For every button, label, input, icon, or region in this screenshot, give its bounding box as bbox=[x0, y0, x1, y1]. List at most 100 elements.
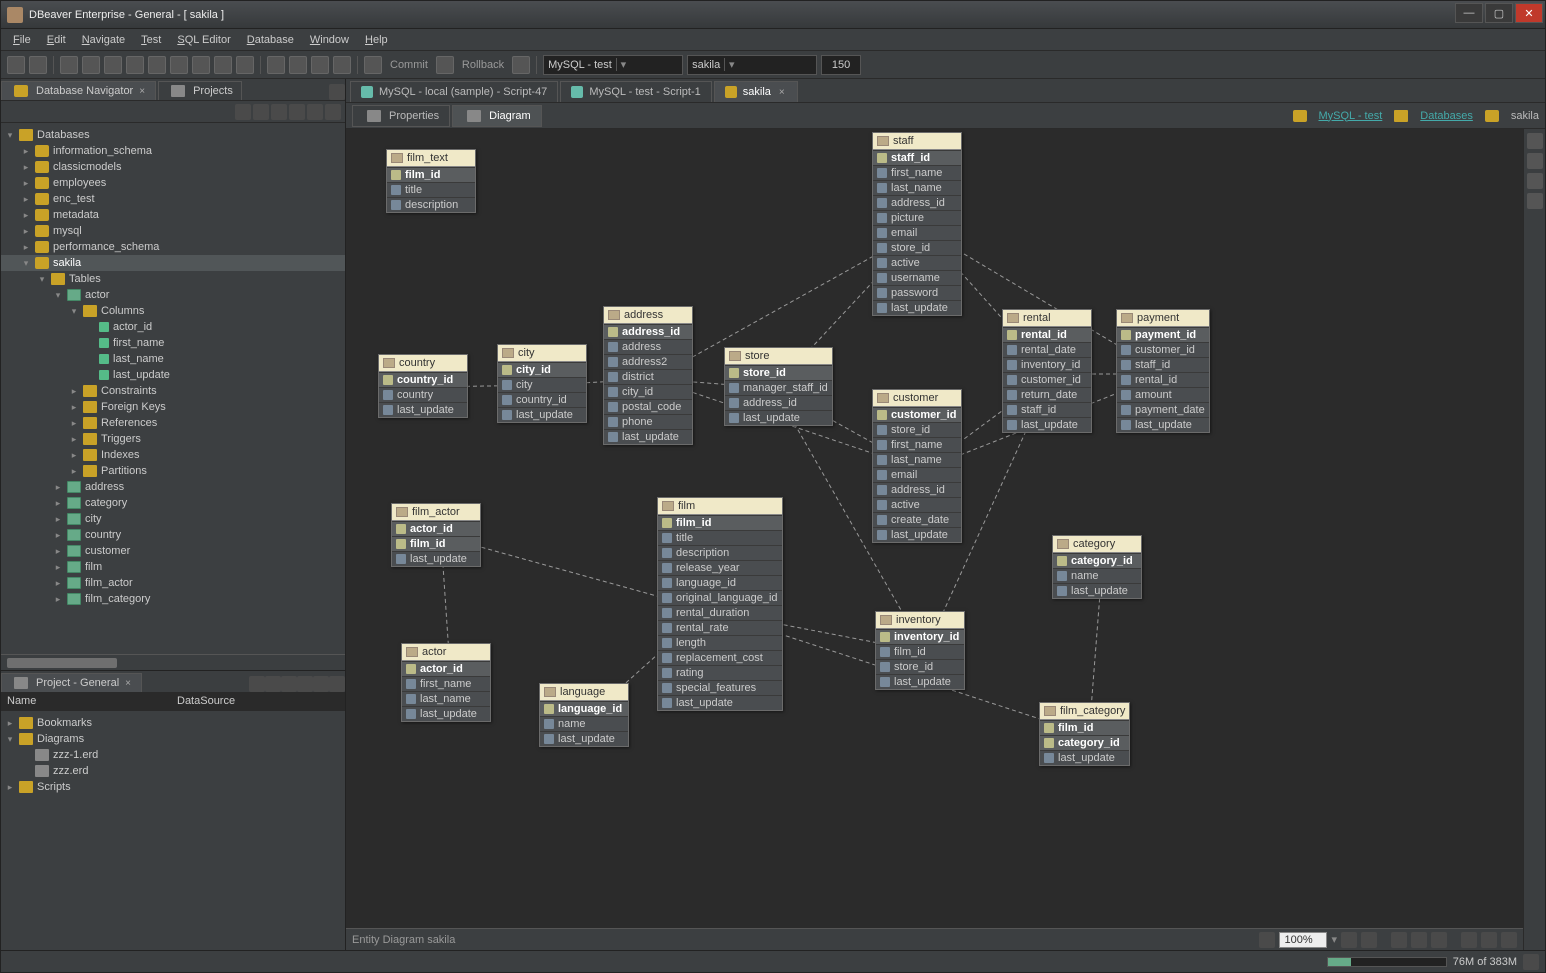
canvas-tool-6[interactable] bbox=[1461, 932, 1477, 948]
entity-header[interactable]: rental bbox=[1003, 310, 1091, 327]
column-address[interactable]: address bbox=[604, 339, 692, 354]
memory-meter[interactable] bbox=[1327, 957, 1447, 967]
column-city[interactable]: city bbox=[498, 377, 586, 392]
tree-item-partitions[interactable]: ▸Partitions bbox=[1, 463, 345, 479]
entity-header[interactable]: city bbox=[498, 345, 586, 362]
column-staff_id[interactable]: staff_id bbox=[1117, 357, 1209, 372]
column-country[interactable]: country bbox=[379, 387, 467, 402]
column-address2[interactable]: address2 bbox=[604, 354, 692, 369]
close-icon[interactable]: × bbox=[137, 86, 147, 97]
tree-item-indexes[interactable]: ▸Indexes bbox=[1, 447, 345, 463]
panel-menu-icon[interactable] bbox=[329, 84, 345, 100]
tree-item-actor-id[interactable]: actor_id bbox=[1, 319, 345, 335]
proj-tool-3[interactable] bbox=[281, 676, 297, 692]
menu-window[interactable]: Window bbox=[304, 32, 355, 48]
column-title[interactable]: title bbox=[658, 530, 782, 545]
entity-header[interactable]: payment bbox=[1117, 310, 1209, 327]
column-last_update[interactable]: last_update bbox=[604, 429, 692, 444]
entity-header[interactable]: actor bbox=[402, 644, 490, 661]
rollback-icon[interactable] bbox=[436, 56, 454, 74]
column-last_update[interactable]: last_update bbox=[498, 407, 586, 422]
column-last_update[interactable]: last_update bbox=[876, 674, 964, 689]
tree-item-customer[interactable]: ▸customer bbox=[1, 543, 345, 559]
tree-item-address[interactable]: ▸address bbox=[1, 479, 345, 495]
entity-film_text[interactable]: film_textfilm_idtitledescription bbox=[386, 149, 476, 213]
menu-edit[interactable]: Edit bbox=[41, 32, 72, 48]
canvas-tool-8[interactable] bbox=[1501, 932, 1517, 948]
column-payment_id[interactable]: payment_id bbox=[1117, 327, 1209, 342]
tree-item-databases[interactable]: ▾Databases bbox=[1, 127, 345, 143]
tree-item-bookmarks[interactable]: ▸Bookmarks bbox=[1, 715, 345, 731]
canvas-tool-7[interactable] bbox=[1481, 932, 1497, 948]
tool-6[interactable] bbox=[170, 56, 188, 74]
tree-item-zzz-1-erd[interactable]: zzz-1.erd bbox=[1, 747, 345, 763]
breadcrumb-databases[interactable]: Databases bbox=[1420, 110, 1473, 122]
tree-item-columns[interactable]: ▾Columns bbox=[1, 303, 345, 319]
close-button[interactable]: ✕ bbox=[1515, 3, 1543, 23]
nav-tool-4[interactable] bbox=[289, 104, 305, 120]
column-film_id[interactable]: film_id bbox=[387, 167, 475, 182]
col-datasource[interactable]: DataSource bbox=[171, 693, 241, 711]
tree-item-metadata[interactable]: ▸metadata bbox=[1, 207, 345, 223]
tool-back[interactable] bbox=[60, 56, 78, 74]
tool-save[interactable] bbox=[29, 56, 47, 74]
tool-tx[interactable] bbox=[512, 56, 530, 74]
menu-sql-editor[interactable]: SQL Editor bbox=[171, 32, 236, 48]
canvas-tool-1[interactable] bbox=[1341, 932, 1357, 948]
entity-film_category[interactable]: film_categoryfilm_idcategory_idlast_upda… bbox=[1039, 702, 1130, 766]
column-rental_rate[interactable]: rental_rate bbox=[658, 620, 782, 635]
column-actor_id[interactable]: actor_id bbox=[392, 521, 480, 536]
column-address_id[interactable]: address_id bbox=[725, 395, 832, 410]
column-last_update[interactable]: last_update bbox=[379, 402, 467, 417]
entity-header[interactable]: film bbox=[658, 498, 782, 515]
column-last_update[interactable]: last_update bbox=[725, 410, 832, 425]
column-release_year[interactable]: release_year bbox=[658, 560, 782, 575]
column-rental_id[interactable]: rental_id bbox=[1117, 372, 1209, 387]
projects-tab[interactable]: Projects bbox=[158, 81, 242, 100]
column-store_id[interactable]: store_id bbox=[873, 422, 961, 437]
zoom-input[interactable] bbox=[1279, 932, 1327, 948]
tool-3[interactable] bbox=[104, 56, 122, 74]
entity-header[interactable]: film_category bbox=[1040, 703, 1129, 720]
column-film_id[interactable]: film_id bbox=[392, 536, 480, 551]
column-address_id[interactable]: address_id bbox=[873, 195, 961, 210]
tree-item-scripts[interactable]: ▸Scripts bbox=[1, 779, 345, 795]
tree-item-tables[interactable]: ▾Tables bbox=[1, 271, 345, 287]
column-language_id[interactable]: language_id bbox=[658, 575, 782, 590]
tree-item-country[interactable]: ▸country bbox=[1, 527, 345, 543]
column-last_update[interactable]: last_update bbox=[392, 551, 480, 566]
tree-item-film-actor[interactable]: ▸film_actor bbox=[1, 575, 345, 591]
tool-13[interactable] bbox=[333, 56, 351, 74]
menu-navigate[interactable]: Navigate bbox=[76, 32, 131, 48]
entity-staff[interactable]: staffstaff_idfirst_namelast_nameaddress_… bbox=[872, 132, 962, 316]
entity-film_actor[interactable]: film_actoractor_idfilm_idlast_update bbox=[391, 503, 481, 567]
nav-tool-3[interactable] bbox=[271, 104, 287, 120]
column-active[interactable]: active bbox=[873, 255, 961, 270]
editor-tab-mysql-test-script-1[interactable]: MySQL - test - Script-1 bbox=[560, 81, 711, 102]
column-amount[interactable]: amount bbox=[1117, 387, 1209, 402]
entity-header[interactable]: inventory bbox=[876, 612, 964, 629]
tree-item-sakila[interactable]: ▾sakila bbox=[1, 255, 345, 271]
commit-icon[interactable] bbox=[364, 56, 382, 74]
column-description[interactable]: description bbox=[387, 197, 475, 212]
entity-header[interactable]: category bbox=[1053, 536, 1141, 553]
col-name[interactable]: Name bbox=[1, 693, 171, 711]
column-store_id[interactable]: store_id bbox=[876, 659, 964, 674]
entity-header[interactable]: country bbox=[379, 355, 467, 372]
tool-10[interactable] bbox=[267, 56, 285, 74]
column-rental_duration[interactable]: rental_duration bbox=[658, 605, 782, 620]
close-icon[interactable]: × bbox=[777, 87, 787, 98]
column-store_id[interactable]: store_id bbox=[873, 240, 961, 255]
column-phone[interactable]: phone bbox=[604, 414, 692, 429]
column-last_update[interactable]: last_update bbox=[873, 527, 961, 542]
commit-label[interactable]: Commit bbox=[386, 59, 432, 71]
entity-actor[interactable]: actoractor_idfirst_namelast_namelast_upd… bbox=[401, 643, 491, 722]
tree-item-last-update[interactable]: last_update bbox=[1, 367, 345, 383]
proj-tool-4[interactable] bbox=[297, 676, 313, 692]
column-customer_id[interactable]: customer_id bbox=[1117, 342, 1209, 357]
column-district[interactable]: district bbox=[604, 369, 692, 384]
maximize-button[interactable]: ▢ bbox=[1485, 3, 1513, 23]
column-email[interactable]: email bbox=[873, 225, 961, 240]
column-country_id[interactable]: country_id bbox=[498, 392, 586, 407]
column-inventory_id[interactable]: inventory_id bbox=[876, 629, 964, 644]
